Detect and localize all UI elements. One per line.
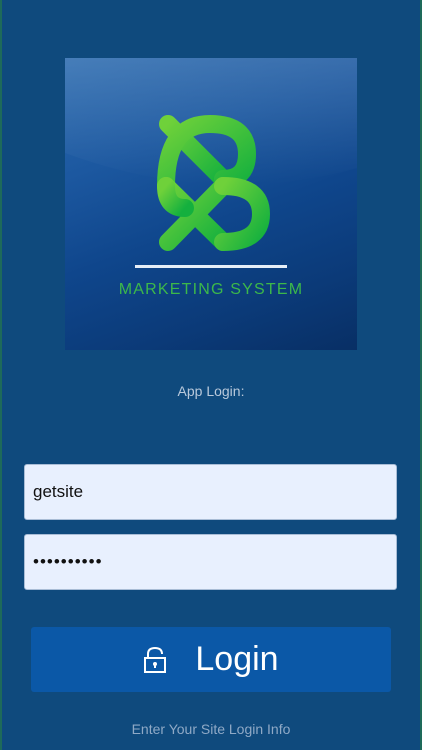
left-edge-strip — [0, 0, 2, 750]
app-logo: MARKETING SYSTEM — [65, 58, 357, 350]
login-button-label: Login — [195, 640, 279, 678]
username-input[interactable] — [24, 464, 397, 520]
login-hint-text: Enter Your Site Login Info — [131, 721, 291, 737]
login-button[interactable]: Login — [31, 627, 391, 692]
password-input[interactable] — [24, 534, 397, 590]
logo-divider — [135, 265, 287, 268]
app-login-heading: App Login: — [177, 383, 245, 399]
logo-brand-text: MARKETING SYSTEM — [119, 281, 304, 298]
unlock-icon — [143, 646, 167, 674]
xb-monogram-logo-icon: MARKETING SYSTEM — [65, 58, 357, 298]
